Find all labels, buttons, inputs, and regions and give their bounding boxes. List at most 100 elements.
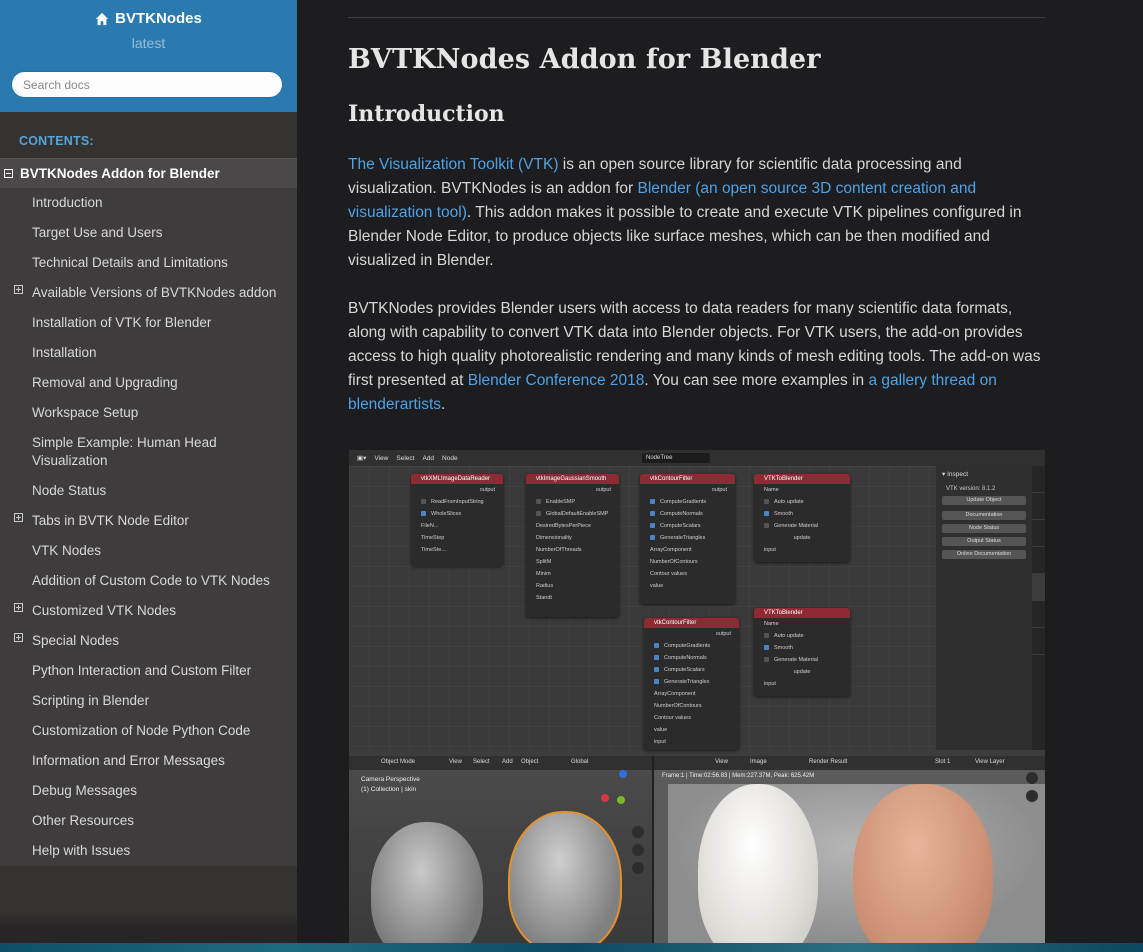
toc-item-label: VTK Nodes <box>32 543 102 558</box>
vtk-link[interactable]: The Visualization Toolkit (VTK) <box>348 156 559 173</box>
toc-item-label: Information and Error Messages <box>32 753 225 768</box>
toc-item[interactable]: Removal and Upgrading <box>0 368 297 398</box>
toc-item[interactable]: Tabs in BVTK Node Editor <box>0 506 297 536</box>
expand-icon[interactable] <box>14 285 23 294</box>
toc-current-item[interactable]: BVTKNodes Addon for Blender <box>0 158 297 188</box>
rendered-skull <box>698 784 818 944</box>
toc-item[interactable]: Addition of Custom Code to VTK Nodes <box>0 566 297 596</box>
node-row: FileN... <box>411 520 503 532</box>
toc-item[interactable]: Simple Example: Human Head Visualization <box>0 428 297 476</box>
expand-icon[interactable] <box>14 603 23 612</box>
node-row: output <box>479 487 495 493</box>
3d-viewport: Camera Perspective (1) Collection | skin <box>349 770 654 944</box>
toc-item[interactable]: Workspace Setup <box>0 398 297 428</box>
conference-link[interactable]: Blender Conference 2018 <box>468 372 645 389</box>
node-row-label: Auto update <box>774 499 804 505</box>
toc-item[interactable]: Available Versions of BVTKNodes addon <box>0 278 297 308</box>
checkbox-icon <box>421 499 426 505</box>
node-row-label: update <box>793 535 811 541</box>
expand-icon[interactable] <box>14 633 23 642</box>
checkbox-icon <box>650 499 655 505</box>
tab-favorites <box>1032 601 1045 628</box>
node-row: Generate Material <box>754 520 850 532</box>
toc-item[interactable]: Other Resources <box>0 806 297 836</box>
expand-icon[interactable] <box>14 513 23 522</box>
gizmo-y-icon <box>617 796 625 804</box>
img-menu-image: Image <box>750 759 767 765</box>
node-row: ArrayComponent <box>644 688 739 700</box>
node-xml-reader: vtkXMLImageDataReader output ReadFromInp… <box>411 474 503 566</box>
toc-item[interactable]: Help with Issues <box>0 836 297 866</box>
users-text-3: . <box>441 396 446 413</box>
node-row: Smooth <box>754 642 850 654</box>
checkbox-icon <box>764 511 769 517</box>
toc-item[interactable]: Customized VTK Nodes <box>0 596 297 626</box>
node-row-label: ComputeGradients <box>664 643 711 649</box>
node-row-label: Standt <box>536 595 552 601</box>
node-status-button: Node Status <box>942 524 1026 533</box>
node-row-label: GenerateTriangles <box>660 535 706 541</box>
node-row-label: value <box>650 583 664 589</box>
toc-item-label: Help with Issues <box>32 843 131 858</box>
toc-item[interactable]: Installation of VTK for Blender <box>0 308 297 338</box>
node-row: Name <box>754 618 850 630</box>
toc-item[interactable]: Introduction <box>0 188 297 218</box>
node-row: ComputeScalars <box>644 664 739 676</box>
node-row: GenerateTriangles <box>644 676 739 688</box>
toc-item[interactable]: Debug Messages <box>0 776 297 806</box>
panel-title-text: Inspect <box>947 471 969 478</box>
vp-menu-object: Object <box>521 759 539 765</box>
toc-item-label: Installation of VTK for Blender <box>32 315 212 330</box>
zoom-icon <box>632 826 644 838</box>
users-text-2: . You can see more examples in <box>644 372 869 389</box>
toc-item[interactable]: Technical Details and Limitations <box>0 248 297 278</box>
mode-select: Object Mode <box>381 759 416 765</box>
toc-item[interactable]: Node Status <box>0 476 297 506</box>
toc-item[interactable]: Special Nodes <box>0 626 297 656</box>
toc-item[interactable]: VTK Nodes <box>0 536 297 566</box>
node-row: ComputeScalars <box>640 520 735 532</box>
node-row: update <box>754 666 850 678</box>
node-row-label: TimeStep <box>421 535 445 541</box>
search-input[interactable] <box>11 71 283 98</box>
checkbox-icon <box>764 499 769 505</box>
toc-item-label: Other Resources <box>32 813 135 828</box>
documentation-button: Documentation <box>942 511 1026 520</box>
checkbox-icon <box>654 667 659 673</box>
node-row: input <box>644 736 739 748</box>
node-row-label: Contour values <box>650 571 687 577</box>
toc-item[interactable]: Installation <box>0 338 297 368</box>
toc-item-label: Customization of Node Python Code <box>32 723 251 738</box>
node-vtk-to-blender-2: VTKToBlender Name Auto update Smooth Gen… <box>754 608 850 696</box>
render-stats: Frame:1 | Time:02:56.83 | Mem:227.37M, P… <box>662 773 815 779</box>
toc-item[interactable]: Information and Error Messages <box>0 746 297 776</box>
checkbox-icon <box>764 633 769 639</box>
node-title: vtkContourFilter <box>644 618 739 628</box>
node-row-label: NumberOfContours <box>650 559 698 565</box>
brand-link[interactable]: BVTKNodes <box>0 0 297 27</box>
node-row-label: Smooth <box>774 511 793 517</box>
checkbox-icon <box>650 523 655 529</box>
toc-sublist: Introduction Target Use and Users Technica… <box>0 188 297 866</box>
image-editor: Frame:1 | Time:02:56.83 | Mem:227.37M, P… <box>654 770 1045 944</box>
checkbox-icon <box>654 643 659 649</box>
node-tree-field: NodeTree <box>642 453 710 463</box>
node-row-label: ComputeGradients <box>660 499 707 505</box>
toc-item[interactable]: Customization of Node Python Code <box>0 716 297 746</box>
node-row: GlobalDefaultEnableSMP <box>526 508 619 520</box>
node-row-label: WholeSlices <box>431 511 462 517</box>
toc-item[interactable]: Target Use and Users <box>0 218 297 248</box>
pan-icon <box>1026 790 1038 802</box>
toc-item[interactable]: Scripting in Blender <box>0 686 297 716</box>
brand-name: BVTKNodes <box>115 10 202 27</box>
node-row-label: Name <box>764 621 779 627</box>
collapse-icon[interactable] <box>4 169 13 178</box>
toc-item-label: Target Use and Users <box>32 225 163 240</box>
ne-menu-view: View <box>374 454 389 462</box>
toc-item-label: Technical Details and Limitations <box>32 255 228 270</box>
panel-title: ▾ Inspect <box>942 471 969 478</box>
toc-item[interactable]: Python Interaction and Custom Filter <box>0 656 297 686</box>
toc-item-label: Python Interaction and Custom Filter <box>32 663 252 678</box>
node-row: ComputeGradients <box>640 496 735 508</box>
node-row: WholeSlices <box>411 508 503 520</box>
